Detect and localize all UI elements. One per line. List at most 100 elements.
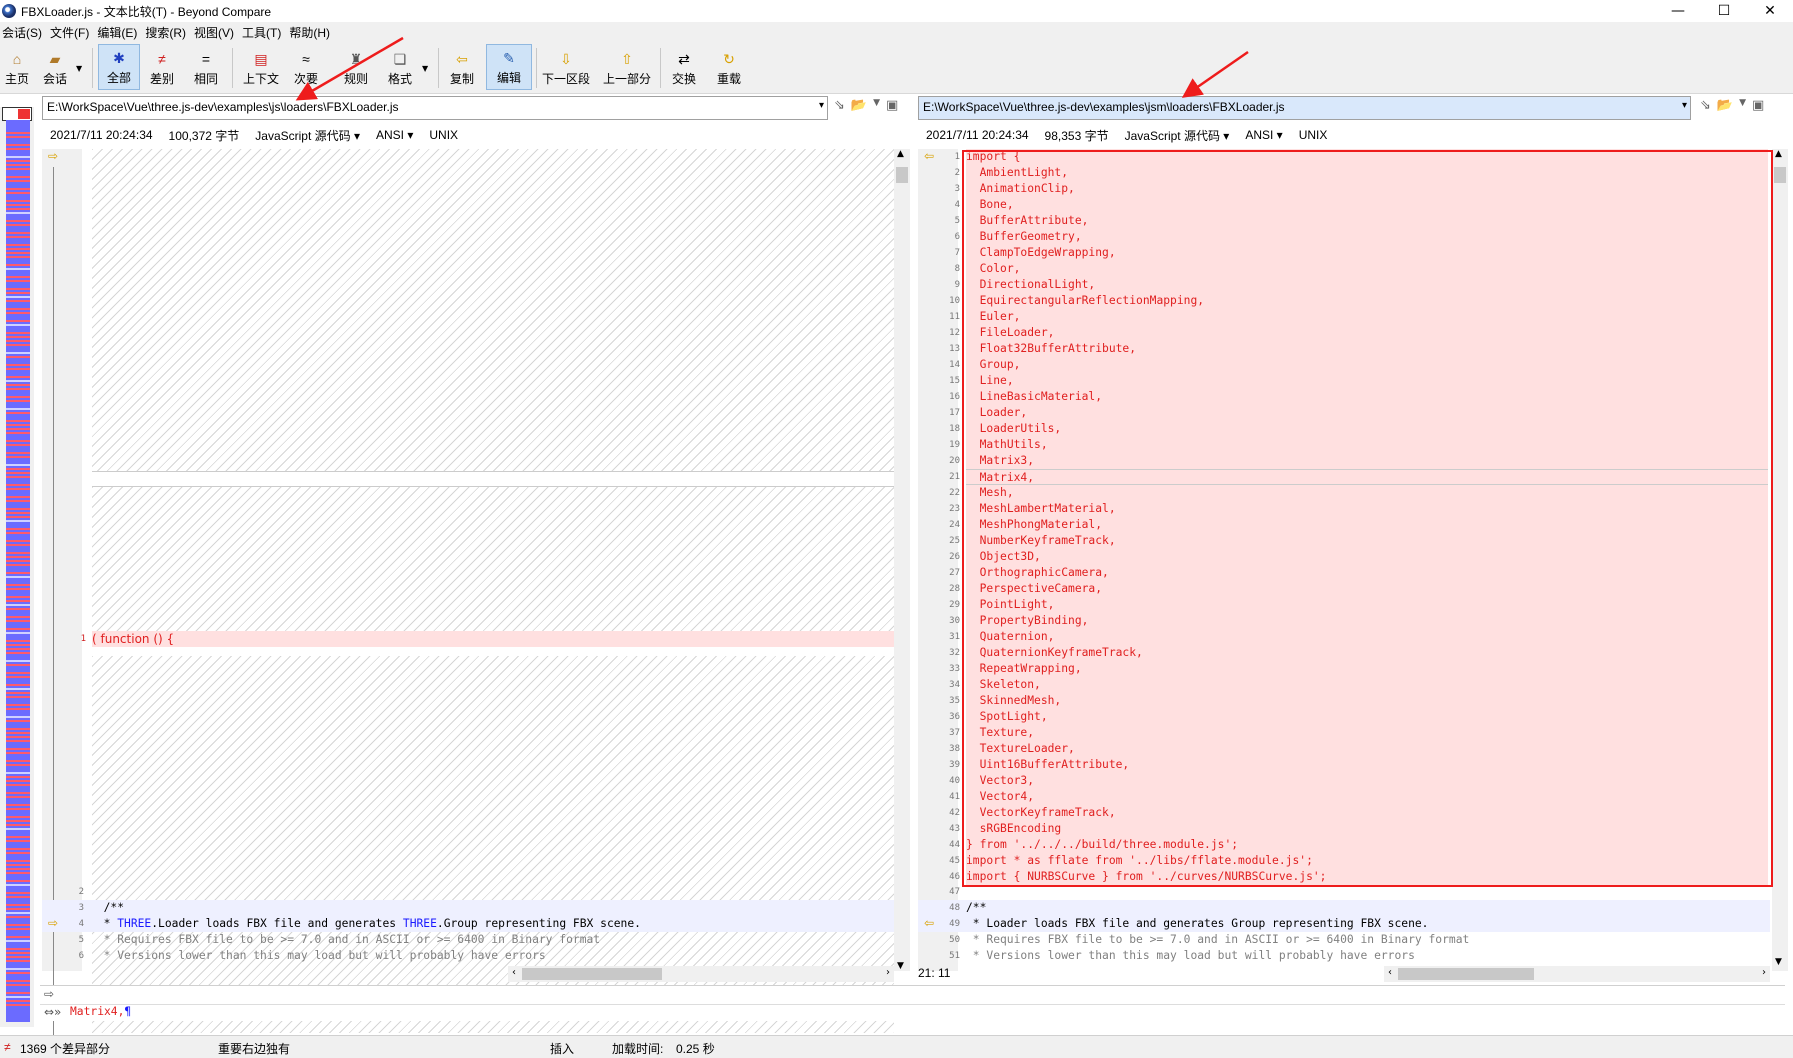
session-button[interactable]: ▰ 会话 (38, 44, 72, 90)
overview-diff-mark (6, 424, 30, 426)
save-icon[interactable]: ▣ (886, 98, 898, 113)
menu-help[interactable]: 帮助(H) (287, 24, 336, 41)
code-line[interactable]: 5 * Requires FBX file to be >= 7.0 and i… (42, 932, 894, 948)
overview-diff-mark (6, 208, 30, 210)
minimize-button[interactable]: — (1655, 0, 1701, 22)
code-line[interactable]: 4 * THREE.Loader loads FBX file and gene… (42, 916, 894, 932)
code-line[interactable]: 48/** (918, 900, 1770, 916)
right-vertical-scrollbar[interactable]: ▲ ▼ (1772, 149, 1788, 971)
line-number: 2 (954, 168, 960, 178)
context-button[interactable]: ▤ 上下文 (240, 44, 282, 90)
folder-icon[interactable]: 📂 (1717, 98, 1733, 113)
right-eol[interactable]: UNIX (1299, 128, 1328, 142)
rules-button[interactable]: ♜ 规则 (340, 44, 372, 90)
dropdown-icon[interactable]: ▼ (1739, 98, 1746, 113)
right-format[interactable]: JavaScript 源代码 ▾ (1125, 127, 1230, 144)
not-equal-icon: ≠ (158, 51, 166, 67)
format-button[interactable]: ❏ 格式 (384, 44, 416, 90)
overview-viewport[interactable] (2, 107, 32, 121)
code-line[interactable]: 49 * Loader loads FBX file and generates… (918, 916, 1770, 932)
left-pane[interactable]: ⇨ 1 ( function () { ▲ ▼ (42, 149, 914, 1035)
prev-section-button[interactable]: ⇧ 上一部分 (600, 44, 654, 90)
folder-icon[interactable]: 📂 (851, 98, 867, 113)
left-eol[interactable]: UNIX (429, 128, 458, 142)
code-line[interactable]: 3 /** (42, 900, 894, 916)
overview-diff-mark (6, 1004, 30, 1006)
detail-line-text[interactable]: Matrix4,¶ (70, 1005, 131, 1018)
save-icon[interactable]: ▣ (1752, 98, 1764, 113)
left-format[interactable]: JavaScript 源代码 ▾ (255, 127, 360, 144)
menu-bar: 会话(S) 文件(F) 编辑(E) 搜索(R) 视图(V) 工具(T) 帮助(H… (0, 22, 1793, 42)
same-button[interactable]: = 相同 (190, 44, 222, 90)
code-line[interactable]: ( function () { (92, 631, 894, 647)
overview-strip[interactable] (6, 120, 30, 1022)
arrow-down-icon: ⇩ (560, 51, 572, 67)
left-horizontal-scrollbar[interactable]: ‹ › (508, 966, 894, 982)
line-number: 8 (954, 264, 960, 274)
overview-diff-mark (6, 368, 30, 370)
overview-diff-mark (6, 880, 30, 882)
diff-count: 1369 个差异部分 (20, 1042, 111, 1056)
menu-session[interactable]: 会话(S) (0, 24, 48, 41)
left-vertical-scrollbar[interactable]: ▲ ▼ (894, 149, 910, 971)
home-icon: ⌂ (12, 51, 22, 67)
asterisk-icon: ✱ (113, 50, 125, 66)
overview-diff-mark (6, 676, 30, 678)
overview-diff-mark (6, 836, 30, 838)
line-number: 6 (954, 232, 960, 242)
overview-diff-mark (6, 716, 30, 718)
open-arrow-icon[interactable]: ⇘ (1700, 98, 1711, 113)
menu-edit[interactable]: 编辑(E) (95, 24, 143, 41)
diff-arrow-icon[interactable]: ⇨ (48, 149, 58, 163)
right-path-input[interactable]: E:\WorkSpace\Vue\three.js-dev\examples\j… (918, 96, 1691, 120)
session-dropdown-icon[interactable]: ▼ (76, 64, 82, 73)
menu-tools[interactable]: 工具(T) (240, 24, 287, 41)
overview-diff-mark (6, 620, 30, 622)
left-path-input[interactable]: E:\WorkSpace\Vue\three.js-dev\examples\j… (42, 96, 828, 120)
overview-diff-mark (6, 912, 30, 914)
overview-diff-mark (6, 980, 30, 982)
menu-search[interactable]: 搜索(R) (143, 24, 192, 41)
chevron-down-icon[interactable]: ▾ (1682, 100, 1687, 111)
overview-diff-mark (6, 824, 30, 826)
overview-diff-mark (6, 660, 30, 662)
overview-diff-mark (6, 916, 30, 918)
left-gutter (42, 149, 82, 971)
code-line[interactable]: 6 * Versions lower than this may load bu… (42, 948, 894, 964)
all-button[interactable]: ✱ 全部 (98, 44, 140, 90)
line-number: 44 (949, 840, 960, 850)
maximize-button[interactable]: ☐ (1701, 0, 1747, 22)
code-line[interactable]: 50 * Requires FBX file to be >= 7.0 and … (918, 932, 1770, 948)
next-section-button[interactable]: ⇩ 下一区段 (540, 44, 592, 90)
edit-button[interactable]: ✎ 编辑 (486, 44, 532, 90)
left-date: 2021/7/11 20:24:34 (50, 128, 153, 142)
menu-file[interactable]: 文件(F) (48, 24, 95, 41)
close-button[interactable]: ✕ (1747, 0, 1793, 22)
diff-arrow-icon[interactable]: ⇦ (924, 916, 934, 930)
diff-arrow-icon[interactable]: ⇨ (48, 916, 58, 930)
overview-diff-mark (6, 968, 30, 970)
open-arrow-icon[interactable]: ⇘ (834, 98, 845, 113)
copy-button[interactable]: ⇦ 复制 (446, 44, 478, 90)
diffs-button[interactable]: ≠ 差别 (146, 44, 178, 90)
swap-button[interactable]: ⇄ 交换 (668, 44, 700, 90)
chevron-down-icon[interactable]: ▾ (819, 100, 824, 111)
minor-button[interactable]: ≈ 次要 (290, 44, 322, 90)
menu-view[interactable]: 视图(V) (192, 24, 240, 41)
right-encoding[interactable]: ANSI ▾ (1245, 128, 1282, 142)
home-button[interactable]: ⌂ 主页 (2, 44, 32, 90)
right-info-bar: 2021/7/11 20:24:34 98,353 字节 JavaScript … (918, 124, 1778, 146)
right-horizontal-scrollbar[interactable]: ‹ › (1384, 966, 1770, 982)
line-number: 21 (949, 472, 960, 482)
rules-icon: ♜ (349, 51, 363, 67)
dropdown-icon[interactable]: ▼ (873, 98, 880, 113)
format-dropdown-icon[interactable]: ▼ (422, 64, 428, 73)
overview-diff-mark (6, 928, 30, 930)
code-line[interactable]: 51 * Versions lower than this may load b… (918, 948, 1770, 964)
overview-diff-mark (6, 156, 30, 158)
line-number: 25 (949, 536, 960, 546)
left-encoding[interactable]: ANSI ▾ (376, 128, 413, 142)
code-line[interactable]: 2 (42, 884, 894, 900)
reload-button[interactable]: ↻ 重载 (712, 44, 746, 90)
overview-diff-mark (6, 868, 30, 870)
